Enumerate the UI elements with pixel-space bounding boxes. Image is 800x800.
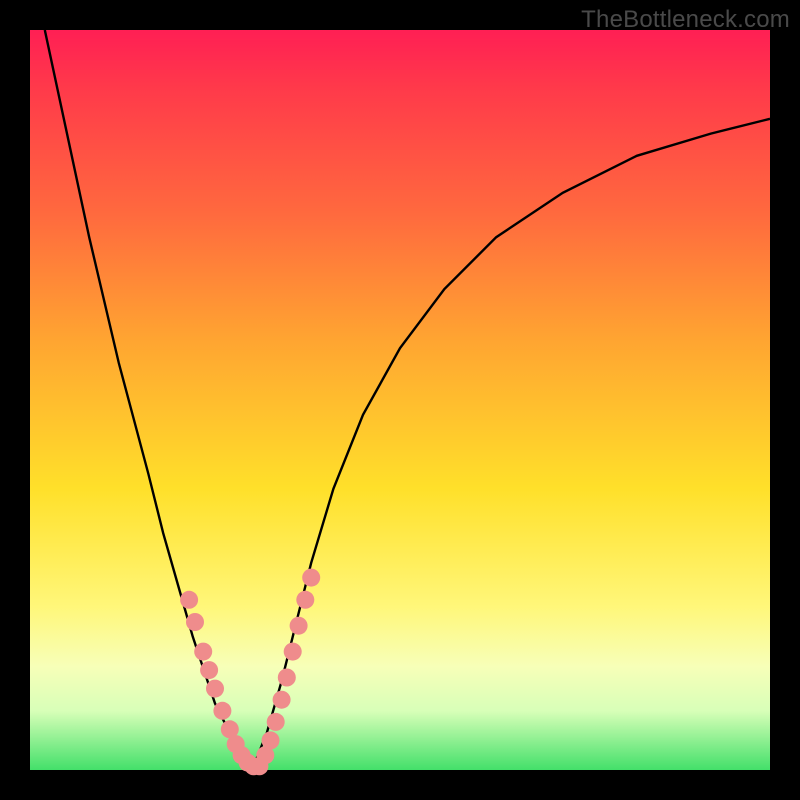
marker-dots	[180, 569, 320, 776]
curve-layer	[30, 30, 770, 770]
marker-dot	[262, 731, 280, 749]
plot-area	[30, 30, 770, 770]
marker-dot	[206, 680, 224, 698]
marker-dot	[290, 617, 308, 635]
left-branch-path	[45, 30, 252, 770]
marker-dot	[302, 569, 320, 587]
marker-dot	[194, 643, 212, 661]
marker-dot	[284, 643, 302, 661]
marker-dot	[296, 591, 314, 609]
marker-dot	[200, 661, 218, 679]
marker-dot	[278, 669, 296, 687]
marker-dot	[213, 702, 231, 720]
right-branch-path	[252, 119, 770, 770]
marker-dot	[267, 713, 285, 731]
marker-dot	[180, 591, 198, 609]
marker-dot	[273, 691, 291, 709]
marker-dot	[186, 613, 204, 631]
frame: TheBottleneck.com	[0, 0, 800, 800]
